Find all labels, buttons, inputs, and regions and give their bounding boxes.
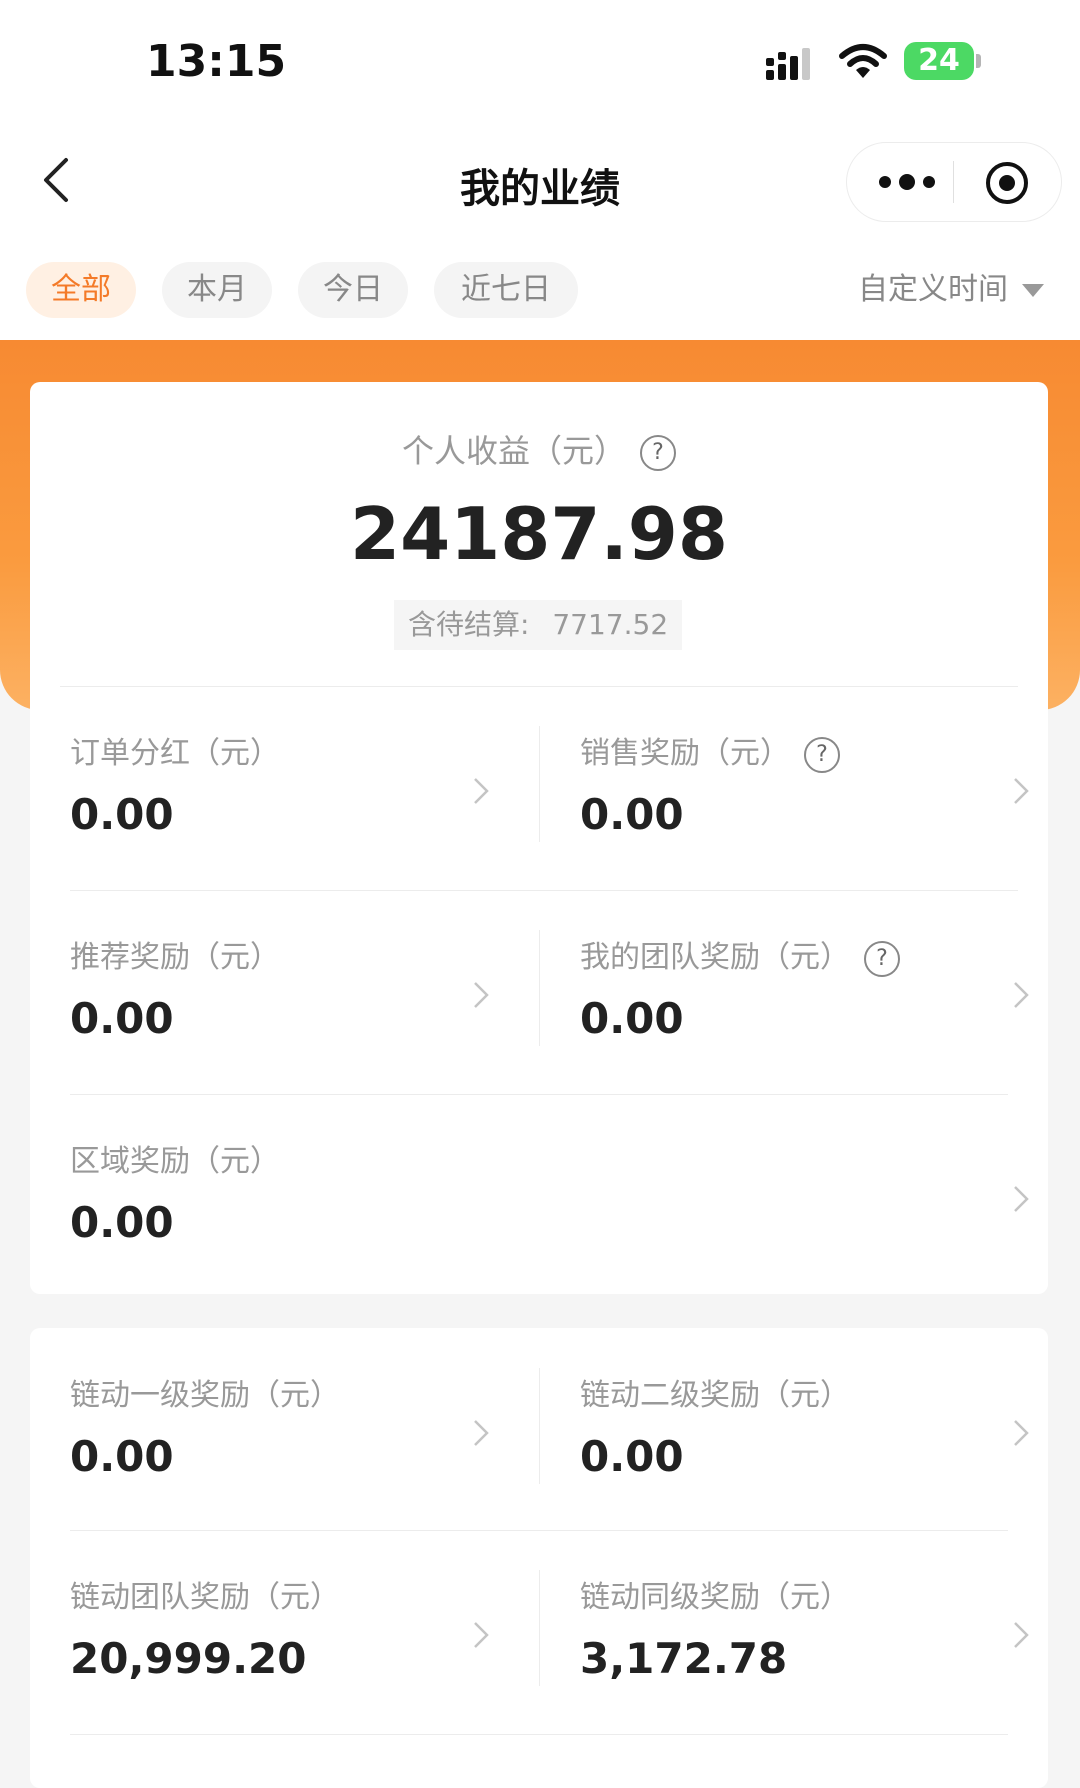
pending-label: 含待结算: [408,608,530,641]
chevron-right-icon [1014,1420,1029,1446]
item-label: 销售奖励（元） [580,736,790,771]
item-label: 区域奖励（元） [70,1144,280,1179]
item-referral-reward[interactable]: 推荐奖励（元） 0.00 [70,932,510,1052]
column-divider [539,1368,540,1484]
divider [70,1734,1008,1735]
signal-icon [766,48,810,80]
item-value: 0.00 [70,790,174,839]
item-chain-level2[interactable]: 链动二级奖励（元） 0.00 [580,1370,1000,1490]
more-dots-icon[interactable] [875,169,939,195]
summary-value: 24187.98 [349,492,729,576]
item-value: 0.00 [580,1432,684,1481]
chevron-right-icon [474,1622,489,1648]
item-value: 0.00 [70,994,174,1043]
close-target-icon[interactable] [985,161,1029,205]
item-chain-team[interactable]: 链动团队奖励（元） 20,999.20 [70,1572,510,1692]
filter-tab-today[interactable]: 今日 [298,262,408,318]
help-icon[interactable]: ? [864,940,900,977]
item-value: 20,999.20 [70,1634,307,1683]
item-value: 0.00 [580,994,684,1043]
pending-settlement: 含待结算: 7717.52 [394,600,683,650]
item-label: 链动同级奖励（元） [580,1580,850,1615]
item-sales-reward[interactable]: 销售奖励（元）? 0.00 [580,728,1000,848]
item-team-reward[interactable]: 我的团队奖励（元）? 0.00 [580,932,1000,1052]
chevron-right-icon [1014,778,1029,804]
chevron-right-icon [474,778,489,804]
item-label: 订单分红（元） [70,736,280,771]
summary-label-row: 个人收益（元）? [30,426,1048,472]
mini-program-capsule [846,142,1062,222]
help-icon[interactable]: ? [640,435,676,471]
item-value: 0.00 [70,1198,174,1247]
chevron-right-icon [1014,1622,1029,1648]
earnings-card: 个人收益（元）? 24187.98 含待结算: 7717.52 订单分红（元） … [30,382,1048,1294]
item-label: 我的团队奖励（元） [580,940,850,975]
divider [70,1094,1008,1095]
status-bar: 13:15 24 [0,0,1080,120]
item-label: 链动二级奖励（元） [580,1378,850,1413]
filter-tab-month[interactable]: 本月 [162,262,272,318]
battery-cap [976,54,981,68]
chevron-right-icon [1014,982,1029,1008]
item-label: 链动一级奖励（元） [70,1378,340,1413]
chevron-right-icon [1014,1186,1029,1212]
filter-tab-seven-days[interactable]: 近七日 [434,262,578,318]
battery-level: 24 [904,42,974,80]
caret-down-icon [1022,284,1044,297]
column-divider [539,1570,540,1686]
item-chain-level1[interactable]: 链动一级奖励（元） 0.00 [70,1370,510,1490]
column-divider [539,930,540,1046]
battery-icon: 24 [904,42,981,80]
item-label-row: 我的团队奖励（元）? [580,932,900,977]
wifi-icon [839,44,887,78]
custom-time-label: 自定义时间 [858,272,1008,307]
item-label: 推荐奖励（元） [70,940,280,975]
item-regional-reward[interactable]: 区域奖励（元） 0.00 [70,1136,970,1256]
item-value: 0.00 [70,1432,174,1481]
divider [70,890,1018,891]
divider [60,686,1018,687]
item-value: 3,172.78 [580,1634,788,1683]
divider [70,1530,1008,1531]
chain-rewards-card: 链动一级奖励（元） 0.00 链动二级奖励（元） 0.00 链动团队奖励（元） … [30,1328,1048,1788]
item-value: 0.00 [580,790,684,839]
item-label-row: 销售奖励（元）? [580,728,840,773]
filter-bar: 全部 本月 今日 近七日 自定义时间 [0,240,1080,340]
summary-label: 个人收益（元） [401,432,626,470]
chevron-right-icon [474,982,489,1008]
nav-bar: 我的业绩 [0,120,1080,240]
capsule-divider [953,161,954,203]
item-chain-peer[interactable]: 链动同级奖励（元） 3,172.78 [580,1572,1000,1692]
filter-tab-all[interactable]: 全部 [26,262,136,318]
custom-time-dropdown[interactable]: 自定义时间 [858,262,1044,318]
item-label: 链动团队奖励（元） [70,1580,340,1615]
pending-value: 7717.52 [552,608,669,641]
help-icon[interactable]: ? [804,736,840,773]
column-divider [539,726,540,842]
item-order-dividend[interactable]: 订单分红（元） 0.00 [70,728,510,848]
status-time: 13:15 [146,36,287,87]
chevron-right-icon [474,1420,489,1446]
